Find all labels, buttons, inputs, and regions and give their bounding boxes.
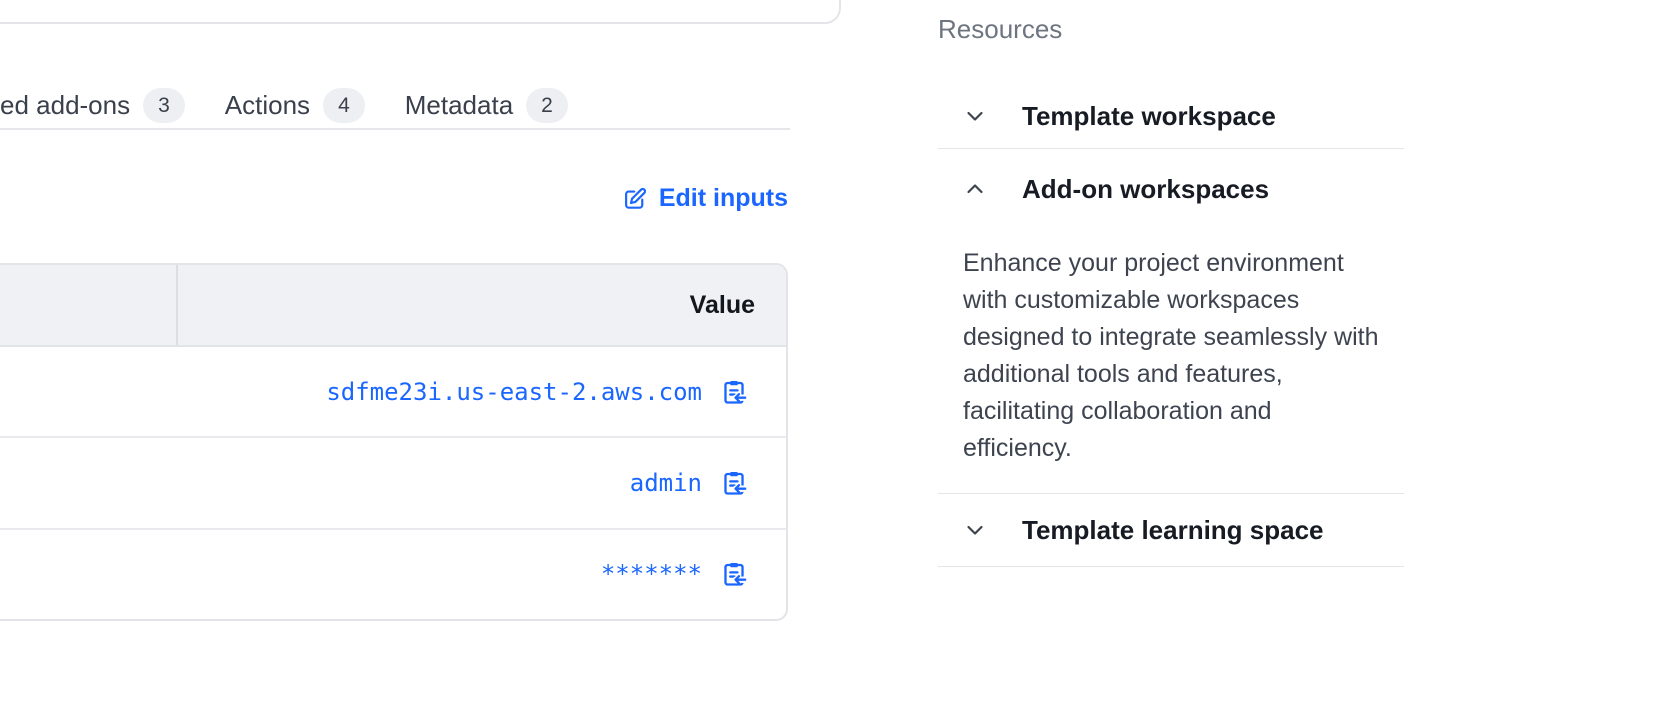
- column-divider: [176, 265, 178, 345]
- tab-count-badge: 3: [143, 88, 185, 123]
- copy-to-clipboard-button[interactable]: [720, 560, 748, 588]
- edit-inputs-row: Edit inputs: [0, 184, 788, 213]
- description-line: additional tools and features,: [963, 356, 1404, 393]
- chevron-up-icon: [963, 177, 987, 201]
- copy-to-clipboard-button[interactable]: [720, 469, 748, 497]
- description-line: designed to integrate seamlessly with: [963, 319, 1404, 356]
- table-header-row: Value: [0, 265, 786, 347]
- table-row: sdfme23i.us-east-2.aws.com: [0, 347, 786, 438]
- tab-installed-add-ons[interactable]: ed add-ons 3: [0, 88, 185, 123]
- inputs-table: Value sdfme23i.us-east-2.aws.com admin: [0, 263, 788, 621]
- input-value-host: sdfme23i.us-east-2.aws.com: [326, 378, 702, 406]
- accordion-item-title: Add-on workspaces: [1022, 174, 1269, 205]
- chevron-down-icon: [963, 104, 987, 128]
- previous-card-bottom-edge: [0, 0, 841, 24]
- accordion-item-title: Template workspace: [1022, 101, 1276, 132]
- copy-to-clipboard-button[interactable]: [720, 378, 748, 406]
- resources-panel-title: Resources: [938, 14, 1404, 44]
- addon-tab-strip: ed add-ons 3 Actions 4 Metadata 2: [0, 82, 790, 130]
- accordion-item-title: Template learning space: [1022, 515, 1324, 546]
- input-value-password-masked: *******: [601, 560, 702, 588]
- value-column-header: Value: [690, 291, 755, 320]
- description-line: efficiency.: [963, 430, 1404, 467]
- accordion-item-template-learning-space: Template learning space: [938, 494, 1404, 567]
- accordion-header-template-workspace[interactable]: Template workspace: [938, 84, 1404, 148]
- edit-inputs-label: Edit inputs: [659, 184, 788, 213]
- resources-panel: Resources Template workspace Add-on: [938, 14, 1404, 567]
- tab-count-badge: 4: [323, 88, 365, 123]
- edit-inputs-button[interactable]: Edit inputs: [622, 184, 788, 213]
- resources-accordion: Template workspace Add-on workspaces Enh…: [938, 84, 1404, 567]
- table-row: admin: [0, 438, 786, 529]
- tab-label: Actions: [225, 90, 310, 121]
- clipboard-copy-icon: [720, 469, 748, 497]
- tab-label: Metadata: [405, 90, 513, 121]
- tab-label: ed add-ons: [0, 90, 130, 121]
- input-value-username: admin: [630, 469, 702, 497]
- clipboard-copy-icon: [720, 560, 748, 588]
- description-line: Enhance your project environment: [963, 245, 1404, 282]
- tab-count-badge: 2: [526, 88, 568, 123]
- accordion-item-template-workspace: Template workspace: [938, 84, 1404, 149]
- accordion-header-addon-workspaces[interactable]: Add-on workspaces: [938, 149, 1404, 229]
- accordion-item-addon-workspaces: Add-on workspaces Enhance your project e…: [938, 149, 1404, 494]
- table-row: *******: [0, 530, 786, 619]
- clipboard-copy-icon: [720, 378, 748, 406]
- tab-actions[interactable]: Actions 4: [225, 88, 365, 123]
- tab-metadata[interactable]: Metadata 2: [405, 88, 568, 123]
- accordion-header-template-learning-space[interactable]: Template learning space: [938, 494, 1404, 566]
- addon-workspaces-description: Enhance your project environment with cu…: [963, 245, 1404, 467]
- edit-pencil-square-icon: [622, 186, 648, 212]
- description-line: facilitating collaboration and: [963, 393, 1404, 430]
- chevron-down-icon: [963, 518, 987, 542]
- description-line: with customizable workspaces: [963, 282, 1404, 319]
